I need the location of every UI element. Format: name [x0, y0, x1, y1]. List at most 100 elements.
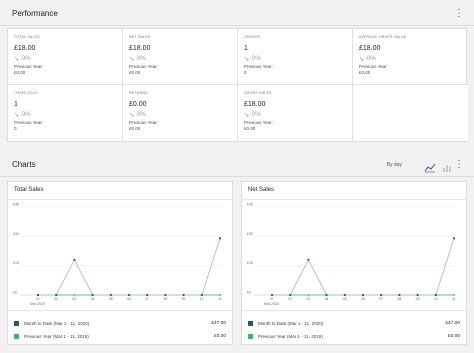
stat-delta: ➘ 0%	[14, 111, 31, 119]
stat-prev-value: 0	[244, 70, 247, 75]
data-point-previous	[219, 294, 221, 296]
x-tick-label: 04	[91, 297, 95, 301]
x-tick-label: 10	[434, 297, 438, 301]
trend-arrow-icon: ➘	[244, 55, 250, 63]
stat-delta: ➘ 0%	[359, 55, 376, 63]
stat-orders[interactable]: ORDERS 1 ➘ 0% Previous Year: 0	[238, 29, 353, 85]
chart-card-total-sales: Total Sales £0 £15 £30 £45 01 02 03 04 05 06 07 08 0…	[7, 181, 233, 345]
x-tick-label: 07	[379, 297, 383, 301]
legend-label: Previous Year (Mar 1 - 11, 2019)	[24, 333, 89, 339]
stat-label: RETURNS	[129, 91, 148, 95]
bar-chart-icon[interactable]	[442, 160, 452, 172]
divider	[8, 310, 232, 311]
x-tick-label: 06	[127, 297, 131, 301]
data-point-current	[91, 293, 94, 297]
x-tick-label: 01	[270, 297, 274, 301]
data-point-current	[380, 293, 383, 297]
stat-items-sold[interactable]: ITEMS SOLD 1 ➘ 0% Previous Year: 0	[8, 85, 123, 141]
line-chart-net-sales: £0 £15 £30 £45 01 02 03 04 05 06 07 08 09 10 11 Mar 202…	[247, 203, 456, 306]
line-chart-icon[interactable]	[424, 160, 436, 173]
stat-prev-value: £0.00	[14, 70, 26, 75]
x-axis-sublabel: Mar 2020	[264, 302, 279, 306]
x-tick-label: 02	[288, 297, 292, 301]
stat-prev-value: £0.00	[129, 70, 141, 75]
data-point-current	[146, 293, 149, 297]
legend-item-previous[interactable]: Previous Year (Mar 1 - 11, 2019) £0.00	[14, 331, 226, 341]
y-tick-label: £15	[13, 261, 19, 265]
performance-title: Performance	[12, 9, 58, 18]
legend-total: £0.00	[213, 333, 226, 339]
x-tick-label: 07	[145, 297, 149, 301]
y-tick-label: £45	[247, 203, 253, 207]
divider	[0, 25, 474, 26]
data-point-current	[73, 258, 76, 261]
stat-value: 1	[14, 101, 18, 108]
legend-label: Month to Date (Mar 1 - 11, 2020)	[258, 320, 324, 326]
stat-delta: ➘ 0%	[129, 111, 146, 119]
legend-label: Month to Date (Mar 1 - 11, 2020)	[24, 320, 90, 326]
stat-empty-cell	[353, 85, 468, 141]
x-tick-label: 06	[361, 297, 365, 301]
data-point-current	[127, 293, 131, 297]
x-axis-sublabel: Mar 2020	[30, 302, 45, 306]
y-tick-label: £0	[247, 291, 251, 295]
x-tick-label: 05	[343, 297, 347, 301]
legend-swatch	[14, 320, 19, 326]
trend-arrow-icon: ➘	[359, 55, 365, 63]
legend-item-previous[interactable]: Previous Year (Mar 1 - 11, 2019) £0.00	[248, 331, 460, 341]
charts-menu-icon[interactable]: ⋮	[454, 159, 464, 171]
y-tick-label: £0	[13, 291, 17, 295]
legend-total: £47.00	[445, 320, 460, 326]
stat-prev-label: Previous Year:	[244, 64, 274, 69]
stat-value: £18.00	[14, 45, 36, 52]
stat-total-sales[interactable]: TOTAL SALES £18.00 ➘ 0% Previous Year: £0…	[8, 29, 123, 85]
data-point-current	[361, 293, 365, 297]
trend-arrow-icon: ➘	[244, 111, 250, 119]
performance-menu-icon[interactable]: ⋮	[454, 8, 464, 20]
data-point-current	[182, 293, 185, 297]
x-tick-label: 05	[109, 297, 113, 301]
x-tick-label: 03	[72, 297, 76, 301]
data-point-current	[289, 293, 292, 297]
y-tick-label: £15	[247, 261, 253, 265]
stat-returns[interactable]: RETURNS £0.00 ➘ 0% Previous Year: £0.00	[123, 85, 238, 141]
charts-header: Charts By day ⋮	[0, 155, 474, 177]
stat-net-sales[interactable]: NET SALES £18.00 ➘ 0% Previous Year: £0.0…	[123, 29, 238, 85]
x-tick-label: 09	[416, 297, 420, 301]
interval-select[interactable]: By day	[387, 162, 402, 168]
stat-gross-sales[interactable]: GROSS SALES £18.00 ➘ 0% Previous Year: £0…	[238, 85, 353, 141]
stat-label: ITEMS SOLD	[14, 91, 38, 95]
data-point-current	[55, 293, 58, 297]
data-point-current	[200, 293, 203, 297]
legend-total: £47.00	[211, 320, 226, 326]
stat-delta: ➘ 0%	[129, 55, 146, 63]
divider	[242, 310, 466, 311]
data-point-current	[416, 293, 419, 297]
legend-label: Previous Year (Mar 1 - 11, 2019)	[258, 333, 323, 339]
data-point-current	[325, 293, 328, 297]
stat-value: 1	[244, 45, 248, 52]
stat-prev-label: Previous Year:	[244, 120, 274, 125]
series-line-current	[38, 238, 221, 296]
stat-delta: ➘ 0%	[244, 111, 261, 119]
x-tick-label: 02	[54, 297, 58, 301]
charts-title: Charts	[12, 160, 36, 169]
stat-value: £18.00	[129, 45, 151, 52]
stat-prev-value: £0.00	[359, 70, 371, 75]
stat-prev-value: £0.00	[244, 126, 256, 131]
legend-item-current[interactable]: Month to Date (Mar 1 - 11, 2020) £47.00	[14, 318, 226, 328]
stat-label: ORDERS	[244, 35, 261, 39]
data-point-current	[307, 258, 310, 261]
stat-label: TOTAL SALES	[14, 35, 40, 39]
x-tick-label: 10	[200, 297, 204, 301]
y-tick-label: £45	[13, 203, 19, 207]
x-tick-label: 03	[306, 297, 310, 301]
legend-item-current[interactable]: Month to Date (Mar 1 - 11, 2020) £47.00	[248, 318, 460, 328]
data-point-current	[164, 293, 167, 297]
legend-swatch	[248, 333, 253, 339]
stat-value: £18.00	[244, 101, 266, 108]
data-point-previous	[307, 294, 310, 296]
performance-header: Performance ⋮	[0, 4, 474, 26]
stat-label: NET SALES	[129, 35, 151, 39]
stat-average-order-value[interactable]: AVERAGE ORDER VALUE £18.00 ➘ 0% Previous …	[353, 29, 468, 85]
